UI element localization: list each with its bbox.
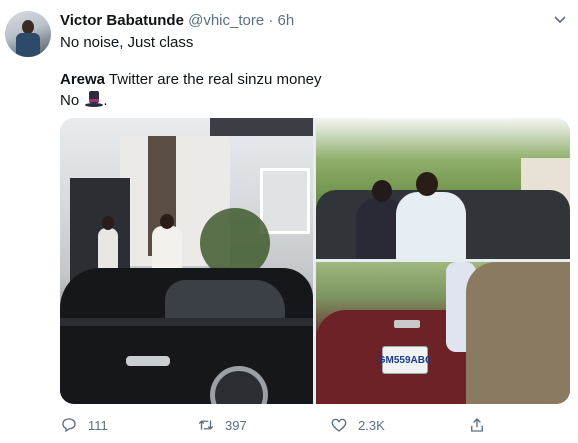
license-plate: GM559ABC xyxy=(378,346,432,374)
retweet-icon xyxy=(198,420,214,430)
quote-name: Arewa xyxy=(60,71,106,88)
quote-line2: No xyxy=(60,92,84,109)
author-name[interactable]: Victor Babatunde xyxy=(60,12,184,29)
reply-count: 111 xyxy=(88,417,108,433)
author-handle[interactable]: @vhic_tore xyxy=(188,12,264,29)
like-icon xyxy=(331,418,347,432)
like-button[interactable]: 2.3K xyxy=(330,415,385,435)
photo-rolls-royce-house[interactable] xyxy=(60,118,313,404)
share-button[interactable] xyxy=(468,415,486,435)
tweet-text-line-2: No . xyxy=(60,90,108,111)
tweet-caption: No noise, Just class xyxy=(60,34,194,51)
quote-text: Twitter are the real sinzu money xyxy=(105,71,322,88)
retweet-button[interactable]: 397 xyxy=(197,415,247,435)
avatar-body xyxy=(16,33,40,57)
reply-button[interactable]: 111 xyxy=(60,415,108,435)
separator-dot: · xyxy=(268,12,274,29)
tweet-actions: 111 397 2.3K xyxy=(60,415,570,435)
timestamp[interactable]: 6h xyxy=(278,12,295,29)
like-count: 2.3K xyxy=(358,417,385,433)
reply-icon xyxy=(62,418,76,433)
quote-line2-end: . xyxy=(103,92,108,109)
avatar[interactable] xyxy=(5,11,51,57)
retweet-count: 397 xyxy=(225,417,247,433)
tweet[interactable]: Victor Babatunde @vhic_tore · 6h No nois… xyxy=(0,0,578,443)
chevron-down-icon xyxy=(554,16,566,24)
media-grid: GM559ABC xyxy=(60,118,570,404)
more-options-button[interactable] xyxy=(550,10,570,30)
top-hat-icon xyxy=(85,90,104,108)
tweet-text-line-1: Arewa Twitter are the real sinzu money xyxy=(60,70,322,90)
tweet-header: Victor Babatunde @vhic_tore · 6h xyxy=(60,12,294,30)
photo-car-plate[interactable]: GM559ABC xyxy=(316,262,570,404)
photo-couple[interactable] xyxy=(316,118,570,259)
share-icon xyxy=(471,418,483,432)
avatar-head xyxy=(22,20,34,34)
